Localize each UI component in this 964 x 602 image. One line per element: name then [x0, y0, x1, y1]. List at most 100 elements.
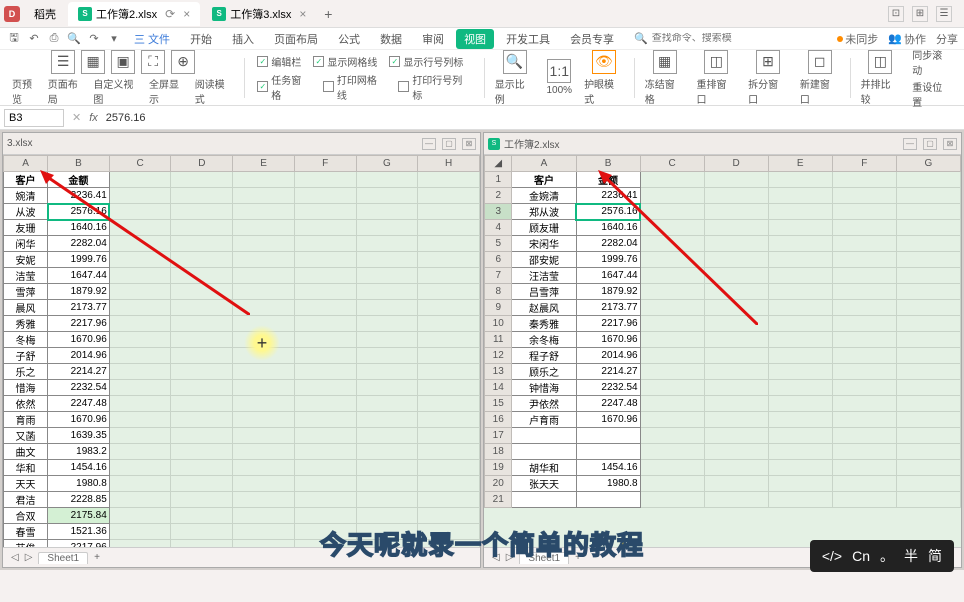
cell[interactable]: 2173.77 — [576, 300, 640, 316]
cell[interactable]: 1639.35 — [48, 428, 110, 444]
cell[interactable] — [704, 172, 768, 188]
cell[interactable] — [896, 476, 960, 492]
cell[interactable] — [576, 492, 640, 508]
cell[interactable]: 1640.16 — [576, 220, 640, 236]
cell[interactable] — [109, 540, 171, 548]
col-header[interactable]: A — [4, 156, 48, 172]
cell[interactable] — [233, 204, 295, 220]
cell[interactable] — [233, 284, 295, 300]
cell[interactable] — [768, 268, 832, 284]
cell[interactable]: 秀雅 — [4, 316, 48, 332]
cell[interactable]: 又菡 — [4, 428, 48, 444]
cell[interactable] — [418, 332, 480, 348]
cell[interactable]: 金额 — [576, 172, 640, 188]
sheet-nav-prev[interactable]: ◁ — [11, 552, 19, 563]
menu-start[interactable]: 开始 — [182, 31, 220, 47]
cell[interactable] — [896, 428, 960, 444]
zoom-100-button[interactable]: 1:1 — [547, 59, 571, 83]
col-header[interactable]: B — [48, 156, 110, 172]
cell[interactable] — [640, 492, 704, 508]
cell[interactable]: 卢育雨 — [512, 412, 576, 428]
cell[interactable] — [418, 476, 480, 492]
cell[interactable] — [109, 188, 171, 204]
cell[interactable] — [294, 220, 356, 236]
cell[interactable] — [356, 204, 418, 220]
new-tab-button[interactable]: + — [318, 6, 338, 22]
cell[interactable] — [896, 236, 960, 252]
menu-page-layout[interactable]: 页面布局 — [266, 31, 326, 47]
col-header[interactable]: G — [896, 156, 960, 172]
cell[interactable] — [418, 492, 480, 508]
cell[interactable] — [896, 460, 960, 476]
split-button[interactable]: ⊞ — [756, 50, 780, 74]
cell[interactable] — [356, 364, 418, 380]
cell[interactable] — [418, 300, 480, 316]
cell[interactable] — [294, 428, 356, 444]
cell[interactable] — [704, 252, 768, 268]
cell[interactable] — [171, 172, 233, 188]
cell[interactable] — [109, 492, 171, 508]
row-header[interactable]: 10 — [485, 316, 512, 332]
cell[interactable]: 金额 — [48, 172, 110, 188]
cell[interactable] — [109, 204, 171, 220]
cell[interactable] — [294, 188, 356, 204]
unsync-button[interactable]: 未同步 — [837, 31, 878, 47]
cell[interactable]: 2175.84 — [48, 508, 110, 524]
cell[interactable]: 2232.54 — [576, 380, 640, 396]
cell[interactable] — [233, 268, 295, 284]
cell[interactable] — [832, 332, 896, 348]
cell[interactable] — [418, 428, 480, 444]
cell[interactable] — [171, 476, 233, 492]
cell[interactable] — [418, 236, 480, 252]
cell[interactable] — [233, 396, 295, 412]
col-header[interactable]: H — [418, 156, 480, 172]
add-sheet-button[interactable]: + — [94, 552, 100, 563]
cell[interactable] — [294, 204, 356, 220]
row-header[interactable]: 7 — [485, 268, 512, 284]
cell[interactable]: 乐之 — [4, 364, 48, 380]
cell[interactable] — [233, 188, 295, 204]
cell[interactable] — [704, 396, 768, 412]
cell[interactable] — [418, 252, 480, 268]
cell[interactable] — [171, 220, 233, 236]
cell[interactable] — [356, 476, 418, 492]
select-all-corner[interactable]: ◢ — [485, 156, 512, 172]
row-header[interactable]: 1 — [485, 172, 512, 188]
cell[interactable] — [768, 220, 832, 236]
cell[interactable]: 晨风 — [4, 300, 48, 316]
cell[interactable] — [109, 300, 171, 316]
cell[interactable] — [640, 412, 704, 428]
cell[interactable] — [294, 396, 356, 412]
cell[interactable] — [171, 460, 233, 476]
cell[interactable] — [832, 412, 896, 428]
cell[interactable]: 钟惜海 — [512, 380, 576, 396]
cell[interactable] — [704, 284, 768, 300]
cell[interactable] — [768, 316, 832, 332]
cell[interactable] — [356, 348, 418, 364]
cell[interactable] — [832, 316, 896, 332]
cell[interactable]: 1980.8 — [48, 476, 110, 492]
cell[interactable] — [418, 204, 480, 220]
cell[interactable] — [896, 396, 960, 412]
cell[interactable] — [418, 460, 480, 476]
tab-workbook2[interactable]: S 工作簿2.xlsx ⟳ × — [68, 2, 200, 26]
cell[interactable] — [294, 460, 356, 476]
cell[interactable] — [768, 300, 832, 316]
cell[interactable] — [832, 428, 896, 444]
cell[interactable] — [294, 284, 356, 300]
cell[interactable] — [418, 508, 480, 524]
cell[interactable] — [704, 268, 768, 284]
row-header[interactable]: 18 — [485, 444, 512, 460]
cell[interactable] — [418, 316, 480, 332]
col-header[interactable]: F — [294, 156, 356, 172]
chk-print-row-header[interactable]: 打印行号列标 — [398, 72, 471, 102]
cell[interactable] — [512, 444, 576, 460]
cell[interactable]: 2214.27 — [576, 364, 640, 380]
cell[interactable]: 金婉清 — [512, 188, 576, 204]
row-header[interactable]: 8 — [485, 284, 512, 300]
cell[interactable] — [768, 332, 832, 348]
cell[interactable]: 尹依然 — [512, 396, 576, 412]
cell[interactable]: 1980.8 — [576, 476, 640, 492]
cell[interactable] — [294, 268, 356, 284]
cell[interactable] — [356, 460, 418, 476]
